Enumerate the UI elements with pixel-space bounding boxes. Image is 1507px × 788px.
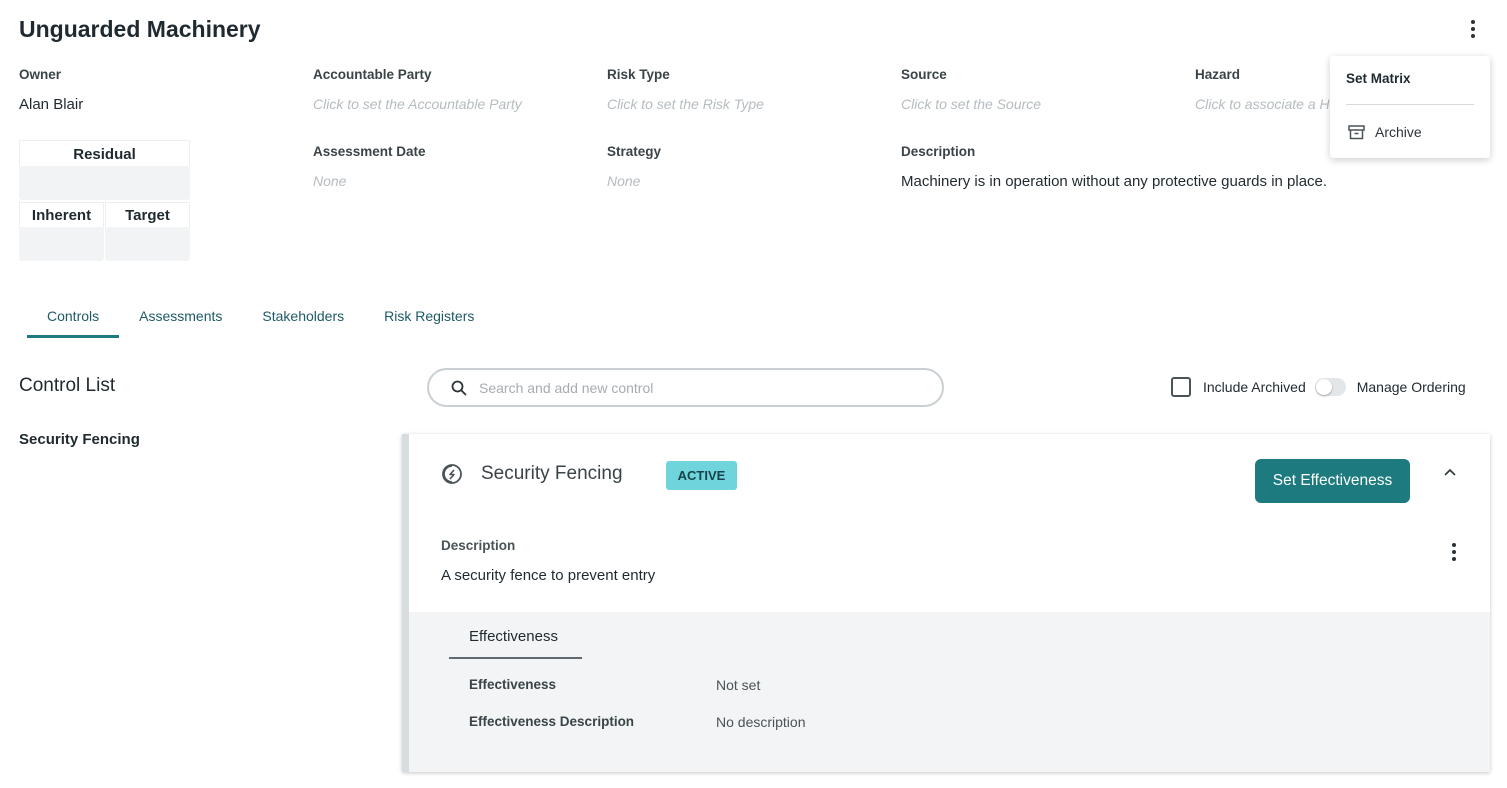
strategy-label: Strategy	[607, 144, 662, 159]
include-archived-group: Include Archived Manage Ordering	[1171, 377, 1466, 397]
effectiveness-panel: Effectiveness Effectiveness Not set Effe…	[409, 612, 1490, 772]
toggle-knob	[1315, 379, 1332, 395]
source-value[interactable]: Click to set the Source	[901, 96, 1041, 112]
effectiveness-value: Not set	[716, 677, 761, 693]
accountable-party-label: Accountable Party	[313, 67, 432, 82]
residual-cell[interactable]	[19, 166, 190, 200]
target-header: Target	[105, 202, 190, 228]
source-label: Source	[901, 67, 947, 82]
accountable-party-value[interactable]: Click to set the Accountable Party	[313, 96, 522, 112]
dropdown-divider	[1346, 104, 1474, 105]
archive-icon	[1348, 124, 1365, 139]
more-options-button[interactable]	[1462, 18, 1484, 40]
tab-assessments[interactable]: Assessments	[119, 296, 242, 338]
tab-risk-registers[interactable]: Risk Registers	[364, 296, 494, 338]
chevron-up-icon[interactable]	[1442, 464, 1458, 480]
tab-effectiveness[interactable]: Effectiveness	[449, 622, 582, 659]
control-status-icon	[442, 464, 462, 484]
strategy-value[interactable]: None	[607, 173, 640, 189]
assessment-date-value[interactable]: None	[313, 173, 346, 189]
residual-header: Residual	[19, 140, 190, 167]
risk-type-label: Risk Type	[607, 67, 670, 82]
risk-type-value[interactable]: Click to set the Risk Type	[607, 96, 764, 112]
owner-value[interactable]: Alan Blair	[19, 96, 83, 113]
effectiveness-description-label: Effectiveness Description	[469, 714, 635, 729]
search-input[interactable]	[479, 379, 942, 396]
owner-label: Owner	[19, 67, 62, 82]
page-title: Unguarded Machinery	[19, 16, 261, 42]
control-more-options-button[interactable]	[1444, 542, 1464, 562]
hazard-label: Hazard	[1195, 67, 1241, 82]
control-description-label: Description	[441, 538, 516, 553]
archive-menu-item[interactable]: Archive	[1348, 124, 1422, 140]
effectiveness-description-value: No description	[716, 714, 806, 730]
control-list-title: Control List	[19, 375, 116, 396]
search-icon	[451, 380, 467, 395]
control-title: Security Fencing	[481, 463, 623, 484]
set-effectiveness-button[interactable]: Set Effectiveness	[1255, 459, 1410, 503]
effectiveness-label: Effectiveness	[469, 677, 557, 692]
archive-label: Archive	[1375, 124, 1422, 140]
tab-stakeholders[interactable]: Stakeholders	[242, 296, 364, 338]
include-archived-checkbox[interactable]	[1171, 377, 1191, 397]
set-matrix-menu-item[interactable]: Set Matrix	[1346, 71, 1411, 86]
status-badge: ACTIVE	[666, 461, 737, 490]
include-archived-label: Include Archived	[1203, 379, 1306, 395]
search-box	[427, 368, 944, 407]
control-description: A security fence to prevent entry	[441, 567, 656, 584]
control-list-item[interactable]: Security Fencing	[19, 431, 140, 448]
tab-controls[interactable]: Controls	[27, 296, 120, 338]
inherent-cell[interactable]	[19, 227, 104, 261]
options-dropdown: Set Matrix Archive	[1330, 56, 1490, 158]
control-card: Security Fencing ACTIVE Set Effectivenes…	[402, 434, 1490, 772]
kebab-icon	[1471, 20, 1475, 24]
description-label: Description	[901, 144, 976, 159]
inherent-header: Inherent	[19, 202, 104, 228]
manage-ordering-label: Manage Ordering	[1356, 379, 1466, 395]
target-cell[interactable]	[105, 227, 190, 261]
tab-bar: Controls Assessments Stakeholders Risk R…	[27, 296, 494, 338]
manage-ordering-toggle[interactable]	[1314, 378, 1346, 396]
description-value[interactable]: Machinery is in operation without any pr…	[901, 173, 1327, 190]
assessment-date-label: Assessment Date	[313, 144, 426, 159]
kebab-icon	[1452, 543, 1456, 547]
